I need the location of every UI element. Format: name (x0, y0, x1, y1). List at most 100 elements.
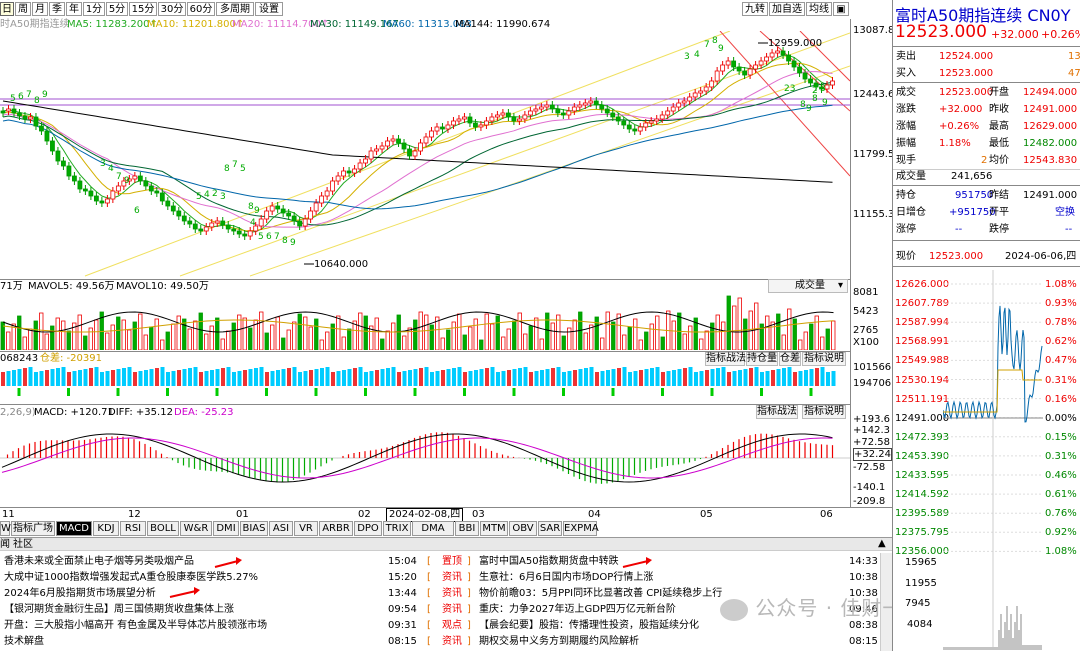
candle (258, 218, 264, 227)
volume-bar (688, 325, 693, 350)
tab-year[interactable]: 年 (66, 2, 82, 16)
candle (330, 180, 336, 192)
candle (451, 120, 456, 126)
intraday-pct-tick: 0.47% (1045, 355, 1077, 367)
candle (72, 175, 77, 182)
tab-news[interactable]: 闻 (0, 539, 10, 551)
collapse-news-icon[interactable]: ▲ (878, 538, 886, 550)
volume-bar (380, 338, 385, 350)
oi-bar (83, 369, 88, 386)
candle (621, 120, 627, 126)
news-time: 08:15 (849, 636, 878, 647)
oi-bar (496, 372, 500, 386)
tab-60min[interactable]: 60分 (187, 2, 215, 16)
oi-help-button[interactable]: 指标说明 (802, 352, 846, 366)
candlestick-chart[interactable]: 5 6 7893 47 968 7 58 92 34545 6 7 8 93 47 89238 92 38 9 (0, 31, 850, 277)
tab-1min[interactable]: 1分 (83, 2, 105, 16)
oi-bar (419, 368, 423, 386)
candle (352, 168, 357, 174)
oi-bar (595, 372, 599, 386)
tab-5min[interactable]: 5分 (106, 2, 128, 16)
volume-bar (88, 327, 93, 350)
indicator-tab[interactable]: BIAS (240, 521, 268, 536)
volume-bar (501, 336, 506, 350)
tab-day[interactable]: 日 (0, 2, 14, 16)
candle (148, 185, 154, 192)
indicator-tab[interactable]: OBV (509, 521, 537, 536)
indicator-tab[interactable]: TRIX (383, 521, 411, 536)
indicator-tab[interactable]: KDJ (93, 521, 119, 536)
indicator-tab[interactable]: ARBR (319, 521, 353, 536)
nine-turn-button[interactable]: 九转 (742, 2, 768, 16)
tab-multi-period[interactable]: 多周期 (216, 2, 254, 16)
indicator-tab[interactable]: EXPMA (563, 521, 599, 536)
oi-bar (116, 369, 121, 386)
volume-bar (649, 323, 654, 350)
tab-15min[interactable]: 15分 (129, 2, 157, 16)
indicator-tab[interactable]: ASI (269, 521, 293, 536)
oi-bar (512, 369, 517, 386)
indicator-tab[interactable]: 指标广场 (11, 521, 55, 536)
oi-diff-button[interactable]: 仓差 (779, 352, 801, 366)
tab-week[interactable]: 周 (15, 2, 31, 16)
quote-value: 12494.000 (1023, 87, 1078, 98)
indicator-tab[interactable]: W (0, 521, 11, 536)
candle (280, 208, 286, 214)
indicator-tab[interactable]: RSI (120, 521, 146, 536)
oi-bar (452, 368, 456, 386)
tab-settings[interactable]: 设置 (255, 2, 283, 16)
candle (110, 190, 116, 200)
volume-bar (655, 315, 660, 350)
oi-bar (287, 368, 291, 386)
oi-bar (166, 372, 170, 386)
news-tag-open-bracket: [ (427, 604, 431, 615)
indicator-dropdown[interactable]: 成交量 ▾ (768, 279, 848, 293)
candle (165, 200, 171, 207)
macd-help-button[interactable]: 指标说明 (802, 405, 846, 419)
tab-month[interactable]: 月 (32, 2, 48, 16)
ask-volume: 13 (1068, 51, 1080, 62)
indicator-tab[interactable]: MACD (56, 521, 92, 536)
indicator-tab[interactable]: BBI (455, 521, 479, 536)
volume-total: 241,656 (951, 171, 993, 182)
indicator-tab[interactable]: DMI (213, 521, 239, 536)
indicator-tab[interactable]: DPO (354, 521, 382, 536)
nine-turn-count: 9 (718, 44, 724, 54)
candle (533, 108, 539, 112)
tab-community[interactable]: 社区 (13, 539, 33, 551)
tab-30min[interactable]: 30分 (158, 2, 186, 16)
oi-bar (177, 370, 181, 386)
indicator-tab[interactable]: DMA (412, 521, 454, 536)
quote-value: 12482.000 (1023, 138, 1078, 149)
oi-bar (798, 371, 803, 386)
nine-turn-count: 6 (266, 232, 272, 242)
ma-button[interactable]: 均线 (806, 2, 832, 16)
candle (830, 80, 835, 86)
quote-label: 昨收 (989, 104, 1009, 115)
volume-bar (248, 327, 253, 350)
oi-bar (639, 370, 643, 386)
indicator-tab[interactable]: MTM (480, 521, 508, 536)
volume-tick: 2765 (853, 325, 879, 336)
toggle-panel-button[interactable]: ▣ (833, 2, 849, 16)
tab-quarter[interactable]: 季 (49, 2, 65, 16)
candle (61, 160, 66, 167)
volume-bar (363, 315, 368, 350)
macd-strategy-button[interactable]: 指标战法 (756, 405, 798, 419)
oi-bar (463, 372, 467, 386)
oi-strategy-button[interactable]: 指标战法 (705, 352, 746, 366)
candle (654, 118, 660, 122)
oi-bar (534, 371, 539, 386)
oi-holding-button[interactable]: 持仓量 (746, 352, 778, 366)
date-tick: 04 (588, 509, 601, 520)
quote-label: 昨结 (989, 190, 1009, 201)
indicator-tab[interactable]: W&R (180, 521, 212, 536)
quote-label: 最低 (989, 138, 1009, 149)
indicator-tab[interactable]: BOLL (147, 521, 179, 536)
quote-value: 12523.000 (939, 87, 994, 98)
indicator-tab[interactable]: VR (294, 521, 318, 536)
indicator-tab[interactable]: SAR (538, 521, 562, 536)
bid-label: 买入 (896, 68, 916, 79)
macd-axis: +193.6 +142.3 +72.58 +32.24 -72.58 -140.… (850, 404, 893, 508)
add-watchlist-button[interactable]: 加自选 (769, 2, 805, 16)
